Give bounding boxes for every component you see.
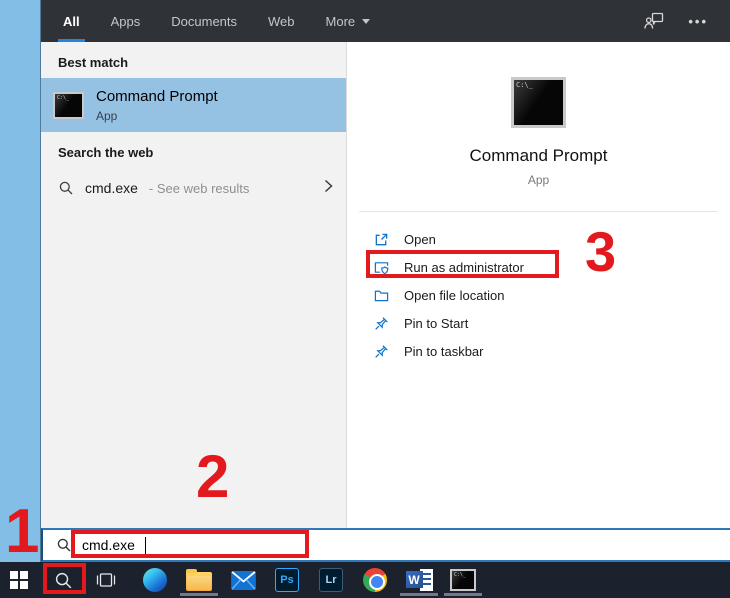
taskbar-command-prompt-button[interactable] xyxy=(441,562,485,598)
best-match-header: Best match xyxy=(41,42,346,78)
tab-apps[interactable]: Apps xyxy=(111,0,141,42)
search-the-web-header: Search the web xyxy=(41,132,346,168)
taskbar-file-explorer-button[interactable] xyxy=(177,562,221,598)
shield-admin-icon xyxy=(374,260,389,275)
preview-app-title: Command Prompt xyxy=(470,146,608,166)
search-icon xyxy=(56,537,72,553)
web-query: cmd.exe xyxy=(85,180,138,196)
action-run-as-administrator[interactable]: Run as administrator xyxy=(347,253,730,281)
tab-more[interactable]: More xyxy=(326,0,371,42)
web-search-result[interactable]: cmd.exe - See web results xyxy=(41,171,346,205)
search-results-panel: Best match Command Prompt App Search the… xyxy=(41,42,346,528)
taskbar-lightroom-button[interactable]: Lr xyxy=(309,562,353,598)
action-label: Pin to Start xyxy=(404,316,468,331)
task-view-icon xyxy=(96,571,116,589)
search-flyout-window: All Apps Documents Web More ••• Best mat… xyxy=(40,0,730,562)
folder-icon xyxy=(374,288,389,303)
pin-icon xyxy=(374,344,389,359)
annotation-step-1: 1 xyxy=(5,501,37,563)
chrome-icon xyxy=(363,568,387,592)
action-pin-to-taskbar[interactable]: Pin to taskbar xyxy=(347,337,730,365)
text-caret xyxy=(145,537,146,554)
taskbar-mail-button[interactable] xyxy=(221,562,265,598)
best-match-result-command-prompt[interactable]: Command Prompt App xyxy=(41,78,346,132)
pin-icon xyxy=(374,316,389,331)
search-icon xyxy=(54,571,73,590)
taskbar-search-button[interactable] xyxy=(41,562,85,598)
photoshop-icon: Ps xyxy=(275,568,299,592)
tab-all[interactable]: All xyxy=(63,0,80,42)
action-label: Open file location xyxy=(404,288,504,303)
taskbar-chrome-button[interactable] xyxy=(353,562,397,598)
tab-web[interactable]: Web xyxy=(268,0,295,42)
command-prompt-icon xyxy=(53,92,84,119)
feedback-icon[interactable] xyxy=(644,12,664,30)
result-type: App xyxy=(96,109,218,123)
context-actions: Open Run as administrator Open file loca… xyxy=(347,212,730,365)
action-label: Run as administrator xyxy=(404,260,524,275)
action-open[interactable]: Open xyxy=(347,225,730,253)
taskbar-word-button[interactable]: W xyxy=(397,562,441,598)
preview-app-type: App xyxy=(528,173,549,187)
file-explorer-icon xyxy=(186,572,212,591)
search-filter-bar: All Apps Documents Web More ••• xyxy=(41,0,730,42)
search-input-value: cmd.exe xyxy=(82,537,135,553)
more-options-icon[interactable]: ••• xyxy=(688,14,708,29)
command-prompt-icon-large xyxy=(511,77,566,128)
tab-more-label: More xyxy=(326,14,356,29)
web-hint: - See web results xyxy=(149,181,249,196)
action-pin-to-start[interactable]: Pin to Start xyxy=(347,309,730,337)
lightroom-icon: Lr xyxy=(319,568,343,592)
command-prompt-icon xyxy=(450,569,476,591)
result-title: Command Prompt xyxy=(96,88,218,105)
search-icon xyxy=(58,180,74,196)
taskbar-photoshop-button[interactable]: Ps xyxy=(265,562,309,598)
start-button[interactable] xyxy=(0,562,38,598)
taskbar: Ps Lr W xyxy=(0,562,730,598)
tab-documents[interactable]: Documents xyxy=(171,0,237,42)
preview-panel: Command Prompt App Open Run as admin xyxy=(346,42,730,528)
windows-logo-icon xyxy=(10,571,28,589)
word-icon: W xyxy=(406,568,433,592)
search-input[interactable]: cmd.exe xyxy=(41,528,730,562)
taskbar-edge-button[interactable] xyxy=(133,562,177,598)
task-view-button[interactable] xyxy=(85,562,127,598)
action-label: Open xyxy=(404,232,436,247)
mail-icon xyxy=(231,571,256,590)
action-open-file-location[interactable]: Open file location xyxy=(347,281,730,309)
chevron-down-icon xyxy=(362,19,370,24)
edge-icon xyxy=(143,568,167,592)
open-icon xyxy=(374,232,389,247)
chevron-right-icon xyxy=(324,179,333,198)
action-label: Pin to taskbar xyxy=(404,344,484,359)
